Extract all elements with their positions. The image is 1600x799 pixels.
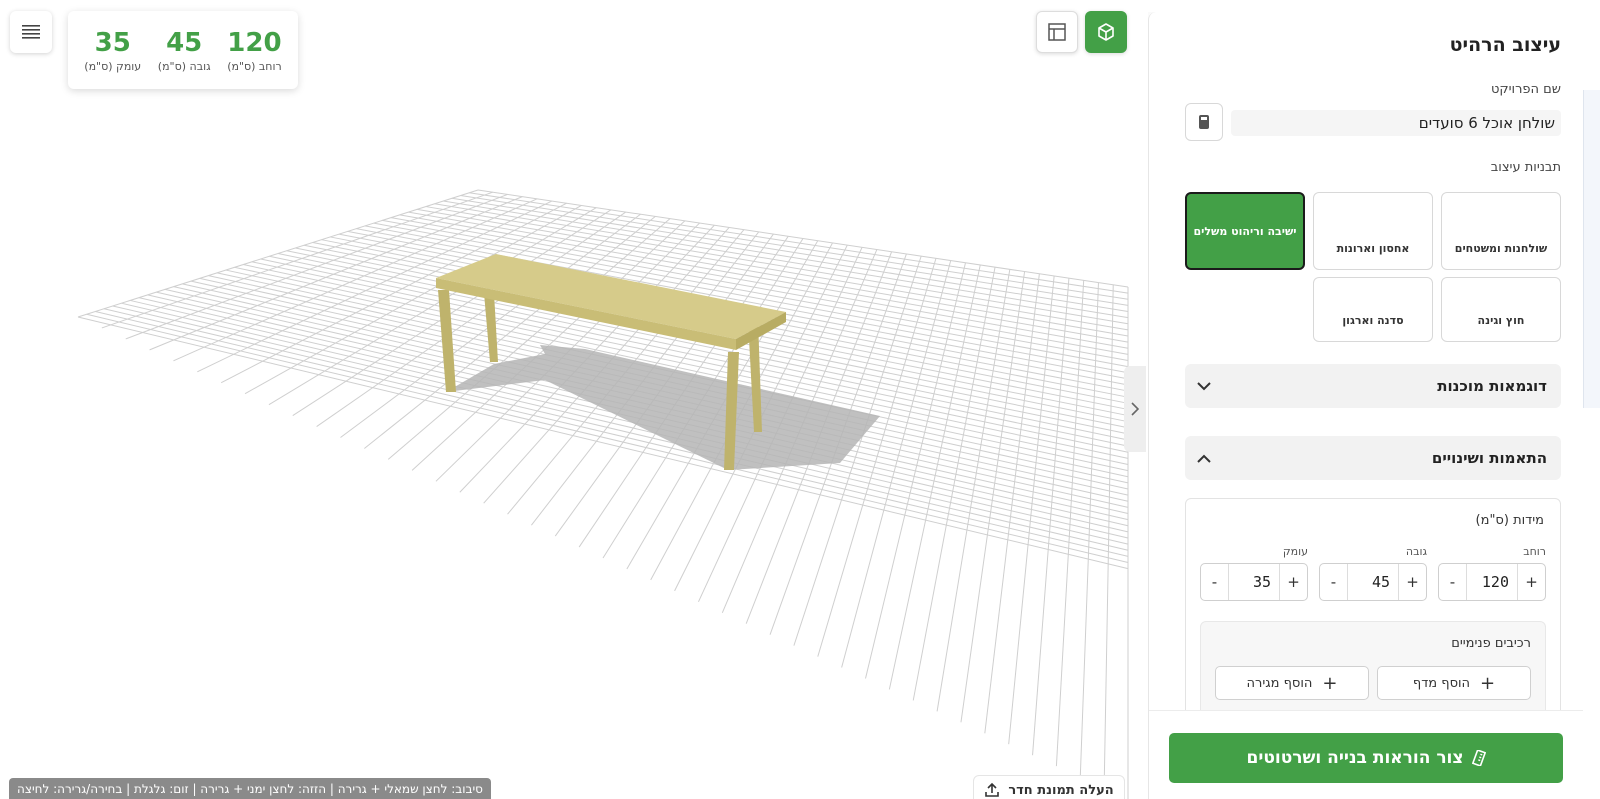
- chevron-down-icon: [1197, 381, 1211, 390]
- template-outdoor-garden[interactable]: חוץ וגינה: [1441, 277, 1561, 342]
- design-side-panel: עיצוב הרהיט שם הפרויקט תבניות עיצוב שולח…: [1148, 12, 1583, 799]
- upload-room-photo-button[interactable]: העלה תמונת חדר: [973, 775, 1125, 799]
- design-templates-label: תבניות עיצוב: [1490, 160, 1561, 175]
- dimensions-editor: מידות (ס"מ) רוחב - 120 + גובה - 45 + עומ…: [1185, 498, 1561, 741]
- width-increment-button[interactable]: +: [1518, 564, 1545, 600]
- adjustments-label: התאמות ושינויים: [1431, 449, 1547, 467]
- plus-icon: +: [1480, 672, 1496, 694]
- height-label: גובה (ס"מ): [157, 59, 211, 73]
- project-name-label: שם הפרויקט: [1490, 82, 1561, 97]
- calculator-icon: [1199, 115, 1209, 129]
- height-input[interactable]: 45: [1347, 564, 1399, 600]
- template-workshop-organization[interactable]: סדנה וארגון: [1313, 277, 1433, 342]
- controls-hint: סיבוב: לחצן שמאלי + גרירה | הזזה: לחצן י…: [9, 778, 491, 799]
- panel-collapse-toggle[interactable]: [1124, 366, 1146, 452]
- width-value: 120: [227, 27, 282, 58]
- height-stepper-label: גובה: [1405, 545, 1427, 558]
- depth-value: 35: [94, 27, 131, 58]
- height-stepper[interactable]: - 45 +: [1319, 563, 1427, 601]
- height-readout: 45 גובה (ס"מ): [158, 28, 211, 73]
- width-readout: 120 רוחב (ס"מ): [227, 28, 282, 73]
- template-tables-surfaces[interactable]: שולחנות ומשטחים: [1441, 192, 1561, 270]
- ready-examples-accordion[interactable]: דוגמאות מוכנות: [1185, 364, 1561, 408]
- add-drawer-label: הוסף מגירה: [1246, 675, 1313, 691]
- adjustments-accordion[interactable]: התאמות ושינויים: [1185, 436, 1561, 480]
- panel-title: עיצוב הרהיט: [1449, 34, 1561, 56]
- upload-room-photo-label: העלה תמונת חדר: [1008, 782, 1114, 798]
- menu-button[interactable]: [10, 11, 52, 53]
- panel-footer: צור הוראות בנייה ושרטוטים: [1149, 710, 1583, 799]
- project-name-input[interactable]: [1231, 110, 1561, 136]
- template-label: שולחנות ומשטחים: [1454, 242, 1548, 255]
- calculator-button[interactable]: [1185, 103, 1223, 141]
- hamburger-icon: [22, 25, 40, 39]
- depth-stepper[interactable]: - 35 +: [1200, 563, 1308, 601]
- generate-instructions-button[interactable]: צור הוראות בנייה ושרטוטים: [1169, 733, 1563, 783]
- upload-icon: [985, 782, 1000, 797]
- inner-components-title: רכיבים פנימיים: [1451, 636, 1531, 651]
- width-decrement-button[interactable]: -: [1439, 564, 1466, 600]
- chevron-up-icon: [1197, 454, 1211, 463]
- 3d-view-button[interactable]: [1085, 11, 1127, 53]
- cube-icon: [1098, 23, 1114, 41]
- template-seating-furniture[interactable]: ישיבה וריהוט משלים: [1185, 192, 1305, 270]
- height-increment-button[interactable]: +: [1399, 564, 1426, 600]
- template-label: סדנה וארגון: [1342, 314, 1404, 327]
- table-layout-icon: [1048, 23, 1066, 41]
- depth-input[interactable]: 35: [1228, 564, 1280, 600]
- 2d-view-button[interactable]: [1036, 11, 1078, 53]
- add-shelf-label: הוסף מדף: [1412, 675, 1471, 691]
- height-value: 45: [166, 27, 203, 58]
- plus-icon: +: [1322, 672, 1338, 694]
- ready-examples-label: דוגמאות מוכנות: [1437, 377, 1547, 395]
- width-label: רוחב (ס"מ): [227, 59, 282, 73]
- template-label: ישיבה וריהוט משלים: [1193, 224, 1297, 238]
- width-stepper-label: רוחב: [1523, 545, 1546, 558]
- width-input[interactable]: 120: [1466, 564, 1518, 600]
- depth-label: עומק (ס"מ): [84, 59, 142, 73]
- app-root: 35 עומק (ס"מ) 45 גובה (ס"מ) 120 רוחב (ס"…: [0, 0, 1600, 799]
- height-decrement-button[interactable]: -: [1320, 564, 1347, 600]
- depth-decrement-button[interactable]: -: [1201, 564, 1228, 600]
- background-window-edge: [1583, 90, 1600, 408]
- depth-stepper-label: עומק: [1282, 545, 1308, 558]
- depth-increment-button[interactable]: +: [1280, 564, 1307, 600]
- template-storage-cabinets[interactable]: אחסון וארונות: [1313, 192, 1433, 270]
- ruler-icon: [1471, 750, 1486, 766]
- template-label: אחסון וארונות: [1336, 242, 1410, 255]
- add-drawer-button[interactable]: + הוסף מגירה: [1215, 666, 1369, 700]
- template-label: חוץ וגינה: [1477, 314, 1525, 327]
- width-stepper[interactable]: - 120 +: [1438, 563, 1546, 601]
- 3d-viewport[interactable]: 35 עומק (ס"מ) 45 גובה (ס"מ) 120 רוחב (ס"…: [0, 0, 1148, 799]
- depth-readout: 35 עומק (ס"מ): [84, 28, 141, 73]
- chevron-right-icon: [1131, 402, 1139, 416]
- dimensions-overlay: 35 עומק (ס"מ) 45 גובה (ס"מ) 120 רוחב (ס"…: [68, 11, 298, 89]
- dimensions-title: מידות (ס"מ): [1475, 513, 1544, 528]
- add-shelf-button[interactable]: + הוסף מדף: [1377, 666, 1531, 700]
- generate-instructions-label: צור הוראות בנייה ושרטוטים: [1246, 748, 1464, 768]
- 3d-scene[interactable]: [0, 0, 1148, 799]
